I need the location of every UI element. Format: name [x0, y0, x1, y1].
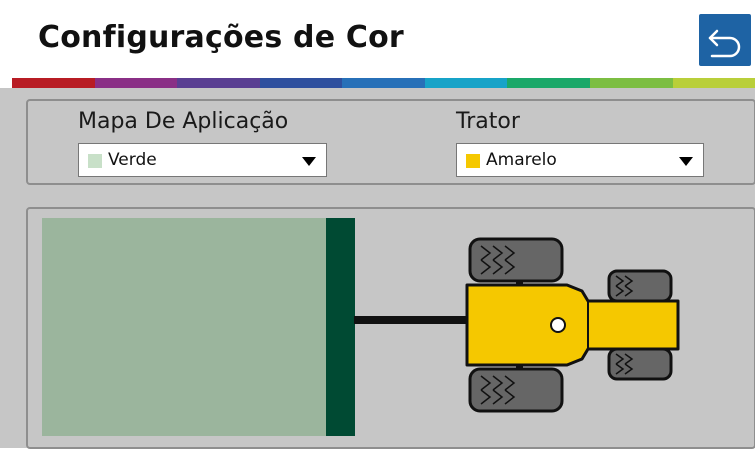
- brand-strip-segment: [590, 78, 673, 88]
- tractor-color-select[interactable]: Amarelo: [456, 143, 704, 177]
- brand-strip-segment: [12, 78, 95, 88]
- tractor-color-swatch: [466, 154, 480, 168]
- brand-strip-segment: [342, 78, 425, 88]
- brand-strip-segment: [260, 78, 343, 88]
- undo-arrow-icon: [699, 14, 751, 66]
- color-settings-panel: Mapa De Aplicação Verde Trator Amarelo: [26, 99, 755, 185]
- rear-right-tire: [470, 369, 562, 411]
- brand-color-strip: [12, 78, 755, 88]
- brand-strip-segment: [95, 78, 178, 88]
- tractor-selected-value: Amarelo: [486, 150, 557, 170]
- brand-strip-segment: [507, 78, 590, 88]
- application-map-selected-value: Verde: [108, 150, 157, 170]
- content-area: Mapa De Aplicação Verde Trator Amarelo: [0, 88, 755, 448]
- brand-strip-segment: [425, 78, 508, 88]
- back-button[interactable]: [699, 14, 751, 66]
- drawbar: [354, 316, 472, 324]
- rear-left-tire: [470, 239, 562, 281]
- dropdown-arrow-icon: [679, 157, 693, 166]
- header: Configurações de Cor: [0, 0, 755, 78]
- dropdown-arrow-icon: [302, 157, 316, 166]
- front-right-tire: [609, 349, 671, 379]
- application-map-label: Mapa De Aplicação: [78, 109, 288, 134]
- front-left-tire: [609, 271, 671, 301]
- brand-strip-segment: [673, 78, 755, 88]
- application-map-preview: [42, 218, 329, 436]
- tractor-icon: [348, 219, 728, 441]
- page-title: Configurações de Cor: [38, 20, 404, 55]
- tractor-label: Trator: [456, 109, 520, 134]
- application-map-select[interactable]: Verde: [78, 143, 327, 177]
- application-map-color-swatch: [88, 154, 102, 168]
- tractor-hitch-point: [551, 318, 565, 332]
- brand-strip-segment: [177, 78, 260, 88]
- color-preview-panel: [26, 207, 755, 449]
